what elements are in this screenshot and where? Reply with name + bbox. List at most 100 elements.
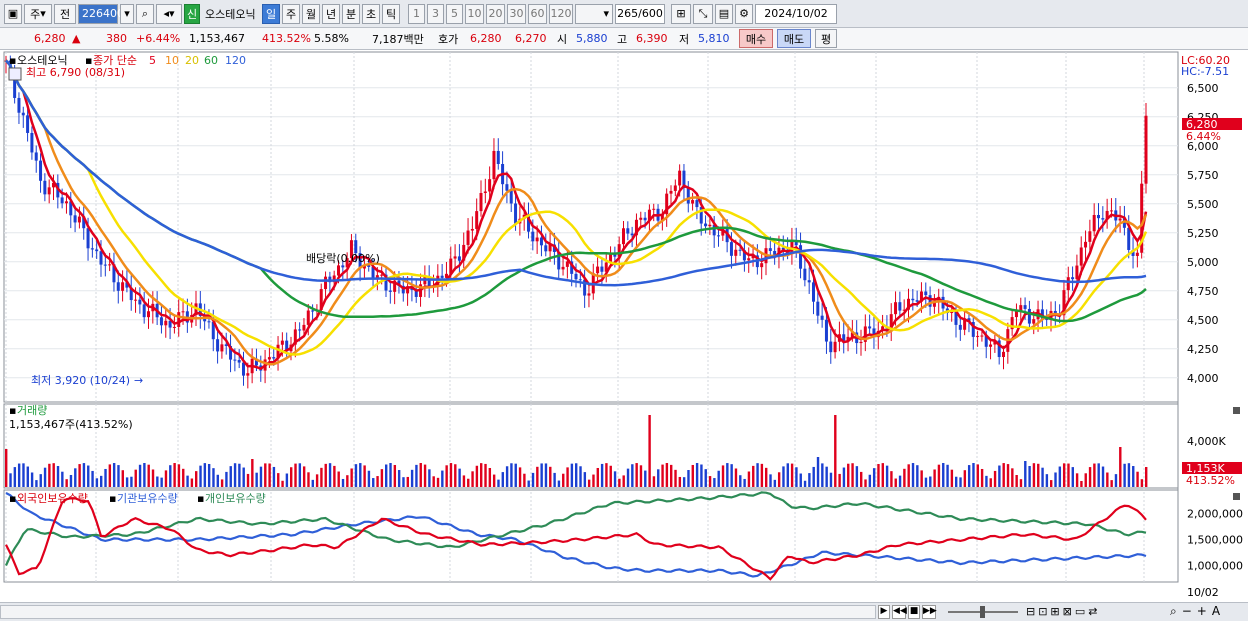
zoom-icons[interactable]: ⌕−+A <box>1170 604 1246 620</box>
minute-5-button[interactable]: 5 <box>446 3 463 24</box>
volume-bar <box>514 463 517 487</box>
holding-close-icon[interactable] <box>1233 493 1240 500</box>
volume-bar <box>929 476 932 487</box>
candle-body <box>734 249 738 256</box>
minute-30-button[interactable]: 30 <box>507 3 526 24</box>
period-second-button[interactable]: 초 <box>362 3 380 24</box>
stop-icon[interactable]: ■ <box>908 605 920 619</box>
date-field[interactable]: 2024/10/02 <box>755 3 837 24</box>
buy-button[interactable]: 매수 <box>739 29 773 48</box>
volume-bar <box>739 475 742 487</box>
inst-toggle-icon[interactable]: ▪ <box>109 492 116 505</box>
candle-body <box>799 245 803 269</box>
period-minute-button[interactable]: 분 <box>342 3 360 24</box>
stock-code-input[interactable]: 226400 <box>78 3 124 24</box>
forward-icon[interactable]: ▶▶ <box>922 605 937 619</box>
candle-body <box>64 201 68 204</box>
calendar-icon[interactable] <box>8 67 22 81</box>
chart-type-icon[interactable]: ⊞ <box>671 3 691 24</box>
high-label: 고 <box>617 32 628 46</box>
volume-bar <box>95 478 99 487</box>
period-month-button[interactable]: 월 <box>302 3 320 24</box>
chart-menu-button[interactable]: ▣ <box>4 3 22 24</box>
minute-3-button[interactable]: 3 <box>427 3 444 24</box>
volume-bar <box>264 463 267 487</box>
sell-button[interactable]: 매도 <box>777 29 811 48</box>
candle-body <box>479 193 483 212</box>
print-icon[interactable]: ▤ <box>715 3 733 24</box>
chart-area[interactable]: 6,5006,2506,0005,7505,5005,2505,0004,750… <box>0 50 1248 602</box>
minute-10-label: 10 <box>467 7 482 20</box>
high-price: 6,390 <box>636 32 668 45</box>
count-field[interactable]: 265/600 <box>615 3 665 24</box>
minute-20-button[interactable]: 20 <box>486 3 505 24</box>
volume-bar <box>734 468 738 487</box>
volume-bar <box>682 477 686 487</box>
volume-bar <box>622 475 625 487</box>
volume-bar <box>816 457 820 487</box>
sound-icon[interactable]: ◂▾ <box>156 3 182 24</box>
candle-body <box>324 276 328 290</box>
prev-button[interactable]: 전 <box>54 3 76 24</box>
candle-body <box>760 263 764 268</box>
candle-body <box>306 310 310 325</box>
volume-bar <box>1037 463 1040 487</box>
volume-bar <box>1067 463 1070 487</box>
minute-60-button[interactable]: 60 <box>528 3 547 24</box>
volume-bar <box>790 463 794 487</box>
minute-120-label: 120 <box>550 7 572 20</box>
volume-bar <box>980 468 984 487</box>
volume-bar <box>769 474 772 487</box>
zoom-slider-handle[interactable] <box>980 606 985 618</box>
volume-bar <box>471 471 474 487</box>
custom-period-select[interactable]: ▾ <box>575 3 613 24</box>
candle-body <box>488 179 492 192</box>
volume-bar <box>743 478 746 487</box>
holding-toggle-icon[interactable]: ▪ <box>9 492 16 505</box>
volume-bar <box>713 478 716 487</box>
candle-body <box>17 97 21 113</box>
rewind-icon[interactable]: ◀◀ <box>892 605 907 619</box>
market-select[interactable]: 주 ▾ <box>24 3 52 24</box>
candle-body <box>894 302 898 315</box>
period-year-button[interactable]: 년 <box>322 3 340 24</box>
candle-body <box>26 115 30 133</box>
period-day-button[interactable]: 일 <box>262 3 280 24</box>
minute-10-button[interactable]: 10 <box>465 3 484 24</box>
volume-bar <box>704 469 707 487</box>
volume-bar <box>765 467 768 487</box>
volume-bar <box>492 474 496 487</box>
volume-bar <box>199 465 202 487</box>
candle-body <box>613 254 617 257</box>
candle-body <box>717 235 720 237</box>
volume-bar <box>1132 466 1135 487</box>
candle-body <box>311 310 315 312</box>
volume-bar <box>39 474 42 487</box>
volume-bar <box>613 471 617 487</box>
tool-icons[interactable]: ⊟⊡⊞⊠▭⇄ <box>1026 605 1166 619</box>
tool-icon[interactable]: ⤡ <box>693 3 713 24</box>
volume-toggle-icon[interactable]: ▪ <box>9 404 16 417</box>
volume-close-icon[interactable] <box>1233 407 1240 414</box>
scroll-right-icon[interactable]: ▶ <box>878 605 890 619</box>
volume-bar <box>531 472 535 487</box>
volume-bar <box>1075 473 1079 487</box>
candle-body <box>77 216 81 223</box>
period-week-button[interactable]: 주 <box>282 3 300 24</box>
period-tick-button[interactable]: 틱 <box>382 3 400 24</box>
minute-1-button[interactable]: 1 <box>408 3 425 24</box>
retail-toggle-icon[interactable]: ▪ <box>197 492 204 505</box>
gear-icon[interactable]: ⚙ <box>735 3 753 24</box>
volume-bar <box>82 463 86 487</box>
horizontal-scrollbar[interactable] <box>0 605 876 619</box>
eval-button[interactable]: 평 <box>815 29 837 48</box>
panel-toggle-icon[interactable]: ▪ <box>9 54 16 67</box>
volume-bar <box>328 463 332 487</box>
volume-bar <box>186 475 189 487</box>
search-icon[interactable]: ⌕ <box>136 3 154 24</box>
price-tick-label: 4,000 <box>1187 372 1219 385</box>
volume-bar <box>670 464 673 487</box>
code-dropdown-icon[interactable]: ▾ <box>120 3 134 24</box>
minute-120-button[interactable]: 120 <box>549 3 573 24</box>
volume-bar <box>1136 471 1139 487</box>
